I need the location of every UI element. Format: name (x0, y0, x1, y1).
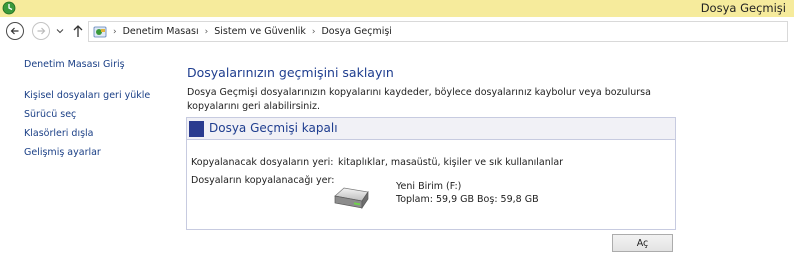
status-indicator (189, 121, 204, 137)
control-panel-icon (93, 26, 107, 37)
breadcrumb-file-history[interactable]: Dosya Geçmişi (321, 26, 391, 37)
sidebar-item-exclude-folders[interactable]: Klasörleri dışla (24, 128, 94, 139)
breadcrumb-separator-icon: › (204, 26, 209, 37)
status-title: Dosya Geçmişi kapalı (209, 121, 338, 135)
drive-space: Toplam: 59,9 GB Boş: 59,8 GB (396, 194, 539, 205)
hard-drive-icon (334, 187, 369, 210)
breadcrumb-separator-icon: › (311, 26, 316, 37)
copy-source-label: Kopyalanacak dosyaların yeri: (191, 157, 334, 168)
title-bar: Dosya Geçmişi (0, 0, 794, 17)
page-title: Dosyalarınızın geçmişini saklayın (187, 65, 394, 80)
sidebar-item-control-panel-home[interactable]: Denetim Masası Giriş (24, 59, 125, 70)
turn-on-button[interactable]: Aç (612, 234, 673, 252)
status-panel: Dosya Geçmişi kapalı Kopyalanacak dosyal… (186, 117, 676, 230)
recent-locations-chevron-icon[interactable] (56, 27, 64, 35)
up-arrow-icon[interactable] (72, 24, 84, 38)
sidebar-item-select-drive[interactable]: Sürücü seç (24, 109, 76, 120)
address-bar[interactable]: › Denetim Masası › Sistem ve Güvenlik › … (88, 21, 788, 42)
main-content: Dosyalarınızın geçmişini saklayın Dosya … (186, 46, 786, 269)
file-history-icon (2, 1, 16, 15)
window-title: Dosya Geçmişi (700, 1, 786, 15)
status-panel-header: Dosya Geçmişi kapalı (187, 118, 675, 140)
arrow-right-icon (37, 27, 46, 35)
sidebar: Denetim Masası Giriş Kişisel dosyaları g… (0, 46, 176, 269)
sidebar-item-advanced-settings[interactable]: Gelişmiş ayarlar (24, 147, 101, 158)
copy-target-label: Dosyaların kopyalanacağı yer: (191, 175, 335, 186)
arrow-left-icon (10, 27, 19, 35)
page-description: Dosya Geçmişi dosyalarınızın kopyalarını… (187, 87, 651, 112)
breadcrumb-control-panel[interactable]: Denetim Masası (123, 26, 199, 37)
breadcrumb-system-security[interactable]: Sistem ve Güvenlik (214, 26, 306, 37)
navigation-bar: › Denetim Masası › Sistem ve Güvenlik › … (0, 17, 794, 46)
drive-name: Yeni Birim (F:) (396, 181, 462, 192)
back-button[interactable] (6, 22, 24, 40)
breadcrumb-separator-icon: › (113, 26, 117, 37)
sidebar-item-restore-personal-files[interactable]: Kişisel dosyaları geri yükle (24, 90, 150, 101)
forward-button[interactable] (32, 22, 50, 40)
copy-source-value: kitaplıklar, masaüstü, kişiler ve sık ku… (338, 157, 564, 168)
